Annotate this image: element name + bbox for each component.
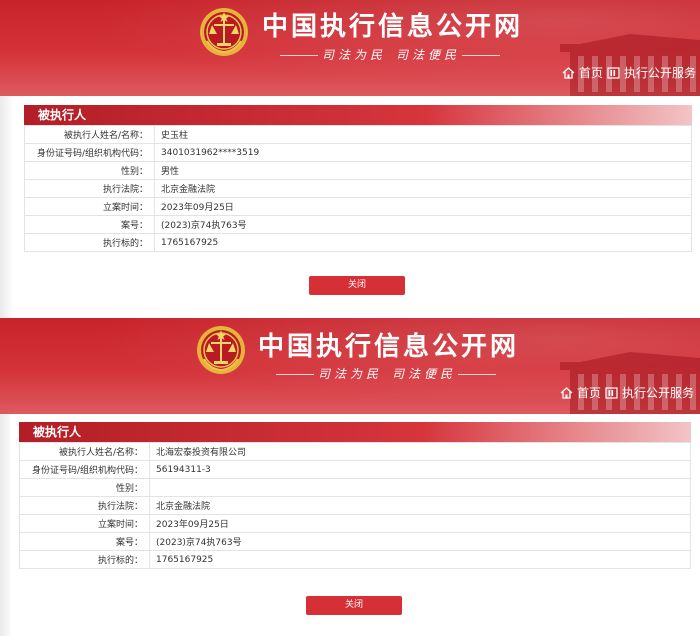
row-label: 性别： — [24, 161, 155, 180]
nav-home-label: 首页 — [579, 66, 604, 80]
row-value: 56194311-3 — [149, 460, 691, 479]
table-row: 立案时间： 2023年09月25日 — [19, 514, 691, 533]
table-row: 案号： (2023)京74执763号 — [24, 215, 692, 234]
court-building-graphic — [560, 352, 700, 414]
row-value: 1765167925 — [154, 233, 692, 252]
row-label: 案号： — [19, 532, 150, 551]
table-row: 性别： 男性 — [24, 161, 692, 180]
row-value: 北京金融法院 — [154, 179, 692, 198]
record-panel-2: 中国执行信息公开网 司法为民 司法便民 首页 执行公开服务 被执行人 被执行人姓… — [0, 318, 700, 636]
table-row: 案号： (2023)京74执763号 — [19, 532, 691, 551]
row-value: (2023)京74执763号 — [154, 215, 692, 234]
row-value: 史玉柱 — [154, 125, 692, 144]
table-row: 性别： — [19, 478, 691, 497]
site-banner: 中国执行信息公开网 司法为民 司法便民 首页 执行公开服务 — [0, 318, 700, 414]
row-label: 性别： — [19, 478, 150, 497]
home-icon — [560, 386, 573, 399]
row-label: 案号： — [24, 215, 155, 234]
row-value: 2023年09月25日 — [149, 514, 691, 533]
site-title: 中国执行信息公开网 — [262, 12, 524, 42]
row-value: (2023)京74执763号 — [149, 532, 691, 551]
table-row: 立案时间： 2023年09月25日 — [24, 197, 692, 216]
table-row: 被执行人姓名/名称： 北海宏泰投资有限公司 — [19, 442, 691, 461]
section-header: 被执行人 — [19, 422, 691, 442]
table-row: 执行标的： 1765167925 — [19, 550, 691, 569]
nav-home-link[interactable]: 首页 — [562, 64, 603, 81]
table-row: 身份证号码/组织机构代码： 56194311-3 — [19, 460, 691, 479]
nav-home-link[interactable]: 首页 — [560, 384, 601, 401]
record-panel-1: 中国执行信息公开网 司法为民 司法便民 首页 执行公开服务 被执行人 被执行人姓… — [0, 0, 700, 318]
info-table: 被执行人姓名/名称： 史玉柱 身份证号码/组织机构代码： 3401031962***… — [24, 125, 692, 252]
home-icon — [562, 66, 575, 79]
nav-service-label: 执行公开服务 — [622, 386, 695, 400]
table-row: 执行法院： 北京金融法院 — [24, 179, 692, 198]
row-value: 北京金融法院 — [149, 496, 691, 515]
slogan-right: 司法便民 — [392, 367, 457, 381]
row-label: 身份证号码/组织机构代码： — [19, 460, 150, 479]
nav-service-label: 执行公开服务 — [624, 66, 697, 80]
row-label: 执行法院： — [24, 179, 155, 198]
nav-service-link[interactable]: 执行公开服务 — [605, 384, 694, 401]
site-banner: 中国执行信息公开网 司法为民 司法便民 首页 执行公开服务 — [0, 0, 700, 96]
service-icon — [605, 386, 618, 399]
row-value: 3401031962****3519 — [154, 143, 692, 162]
nav-home-label: 首页 — [577, 386, 602, 400]
site-title: 中国执行信息公开网 — [258, 332, 520, 362]
court-emblem-icon — [200, 8, 248, 56]
row-value: 男性 — [154, 161, 692, 180]
section-header: 被执行人 — [24, 105, 692, 125]
slogan-left: 司法为民 — [318, 367, 383, 381]
table-row: 被执行人姓名/名称： 史玉柱 — [24, 125, 692, 144]
row-label: 立案时间： — [24, 197, 155, 216]
record-content: 被执行人 被执行人姓名/名称： 北海宏泰投资有限公司 身份证号码/组织机构代码： 5… — [10, 414, 700, 636]
row-label: 身份证号码/组织机构代码： — [24, 143, 155, 162]
slogan-right: 司法便民 — [396, 48, 461, 62]
slogan-left: 司法为民 — [322, 48, 387, 62]
info-table: 被执行人姓名/名称： 北海宏泰投资有限公司 身份证号码/组织机构代码： 561943… — [19, 442, 691, 569]
record-content: 被执行人 被执行人姓名/名称： 史玉柱 身份证号码/组织机构代码： 34010319… — [14, 96, 700, 318]
service-icon — [607, 66, 620, 79]
row-label: 执行标的： — [19, 550, 150, 569]
row-value: 2023年09月25日 — [154, 197, 692, 216]
table-row: 执行法院： 北京金融法院 — [19, 496, 691, 515]
row-value: 北海宏泰投资有限公司 — [149, 442, 691, 461]
close-button[interactable]: 关闭 — [306, 596, 402, 615]
row-label: 立案时间： — [19, 514, 150, 533]
row-label: 被执行人姓名/名称： — [19, 442, 150, 461]
row-label: 执行法院： — [19, 496, 150, 515]
close-button[interactable]: 关闭 — [309, 276, 405, 295]
table-row: 身份证号码/组织机构代码： 3401031962****3519 — [24, 143, 692, 162]
row-value: 1765167925 — [149, 550, 691, 569]
table-row: 执行标的： 1765167925 — [24, 233, 692, 252]
row-value — [149, 478, 691, 497]
row-label: 执行标的： — [24, 233, 155, 252]
court-emblem-icon — [197, 326, 245, 374]
nav-service-link[interactable]: 执行公开服务 — [607, 64, 696, 81]
row-label: 被执行人姓名/名称： — [24, 125, 155, 144]
